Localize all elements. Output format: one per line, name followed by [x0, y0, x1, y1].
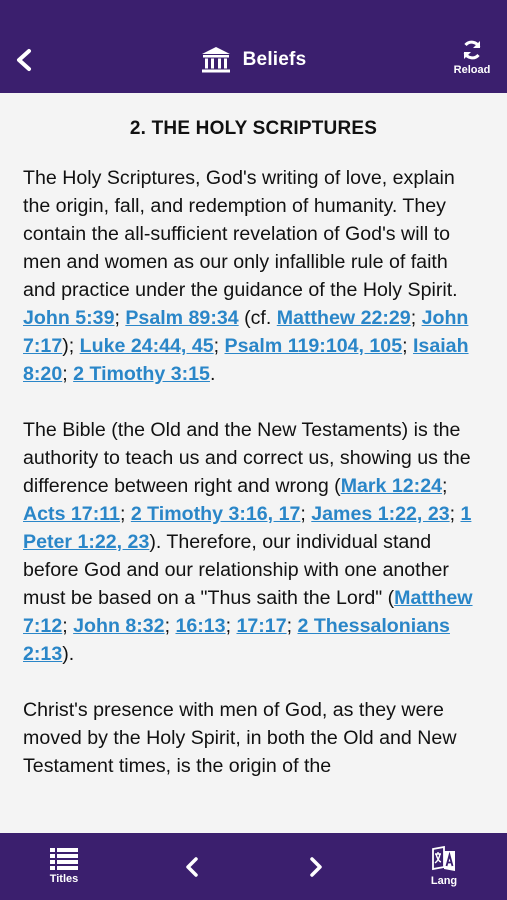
- chevron-right-icon: [310, 856, 322, 877]
- separator: ;: [119, 503, 131, 525]
- separator: ;: [449, 503, 461, 525]
- building-columns-icon: [201, 47, 230, 73]
- bottom-toolbar: Titles Lang: [0, 833, 507, 900]
- paragraph-1: The Holy Scriptures, God's writing of lo…: [23, 164, 484, 388]
- scripture-link[interactable]: 16:13: [175, 615, 225, 637]
- separator: ;: [213, 335, 225, 357]
- scripture-link[interactable]: Luke 24:44, 45: [80, 335, 214, 357]
- scripture-link[interactable]: John 5:39: [23, 307, 114, 329]
- scripture-link[interactable]: Mark 12:24: [341, 475, 442, 497]
- separator: ;: [164, 615, 176, 637]
- separator: ;: [114, 307, 126, 329]
- separator: ).: [62, 643, 75, 665]
- lang-label: Lang: [430, 875, 458, 887]
- content-area[interactable]: 2. THE HOLY SCRIPTURES The Holy Scriptur…: [0, 93, 507, 833]
- separator: ;: [442, 475, 448, 497]
- reload-label: Reload: [453, 64, 491, 76]
- page-title: Beliefs: [242, 49, 307, 70]
- separator: (cf.: [238, 307, 277, 329]
- separator: ;: [62, 363, 74, 385]
- refresh-icon: [463, 40, 481, 60]
- scripture-link[interactable]: 2 Timothy 3:16, 17: [131, 503, 301, 525]
- titles-button[interactable]: Titles: [38, 833, 90, 900]
- separator: ;: [410, 307, 422, 329]
- top-bar: Beliefs Reload: [0, 0, 507, 93]
- titles-label: Titles: [49, 873, 79, 885]
- paragraph-text: The Holy Scriptures, God's writing of lo…: [23, 167, 458, 301]
- translate-icon: [432, 846, 455, 871]
- list-icon: [50, 848, 78, 870]
- scripture-link[interactable]: Acts 17:11: [23, 503, 120, 525]
- previous-button[interactable]: [174, 833, 210, 900]
- scripture-link[interactable]: Psalm 119:104, 105: [225, 335, 403, 357]
- scripture-link[interactable]: Matthew 22:29: [277, 307, 411, 329]
- reload-button[interactable]: Reload: [447, 38, 497, 82]
- chevron-left-icon: [186, 856, 198, 877]
- scripture-link[interactable]: 17:17: [236, 615, 286, 637]
- scripture-link[interactable]: James 1:22, 23: [311, 503, 449, 525]
- separator: ;: [300, 503, 312, 525]
- next-button[interactable]: [298, 833, 334, 900]
- section-heading: 2. THE HOLY SCRIPTURES: [129, 118, 378, 139]
- paragraph-3: Christ's presence with men of God, as th…: [23, 696, 484, 780]
- page-title-group: Beliefs: [0, 42, 507, 78]
- separator: ;: [286, 615, 298, 637]
- separator: );: [62, 335, 80, 357]
- separator: ;: [225, 615, 237, 637]
- separator: .: [209, 363, 216, 385]
- separator: ;: [402, 335, 413, 357]
- language-button[interactable]: Lang: [418, 833, 470, 900]
- scripture-link[interactable]: John 8:32: [73, 615, 164, 637]
- scripture-link[interactable]: Psalm 89:34: [125, 307, 238, 329]
- paragraph-text: Christ's presence with men of God, as th…: [23, 699, 457, 777]
- scripture-link[interactable]: 2 Timothy 3:15: [73, 363, 210, 385]
- paragraph-2: The Bible (the Old and the New Testament…: [23, 416, 484, 668]
- separator: ;: [62, 615, 74, 637]
